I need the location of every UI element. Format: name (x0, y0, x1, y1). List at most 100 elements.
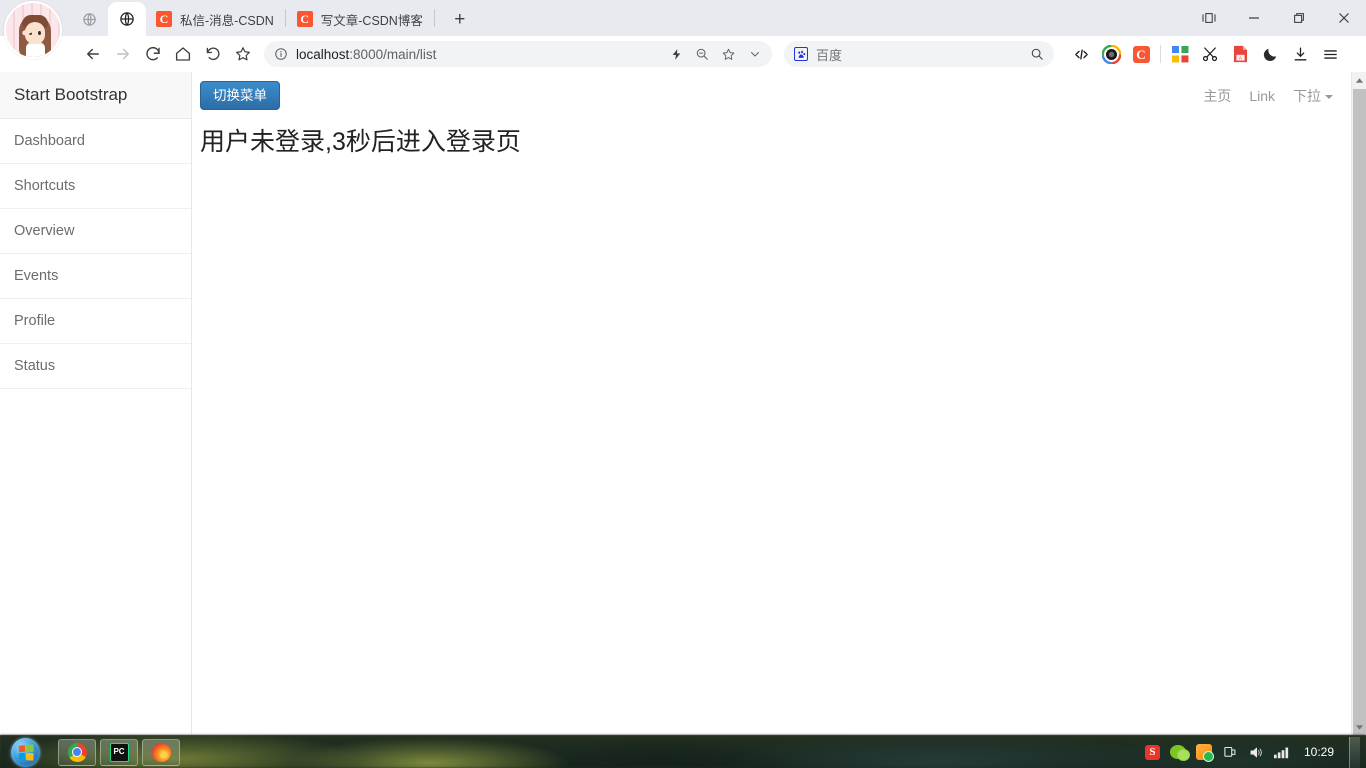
menu-icon[interactable] (1315, 39, 1345, 69)
tab-separator (284, 9, 286, 27)
extension-icons: C A (1066, 39, 1345, 69)
csdn-letter: C (296, 11, 313, 27)
csdn-icon: C (156, 11, 172, 27)
tab-title: 写文章-CSDN博客 (320, 13, 423, 28)
globe-icon (119, 11, 135, 27)
sidebar-item-profile[interactable]: Profile (0, 299, 191, 344)
scroll-up-arrow[interactable] (1352, 72, 1366, 88)
star-icon[interactable] (721, 47, 736, 62)
sogou-input-icon[interactable]: S (1144, 744, 1161, 761)
page-content: 切换菜单 主页 Link 下拉 用户未登录,3秒后进入登录页 (192, 72, 1351, 735)
address-bar[interactable]: localhost:8000/main/list (264, 41, 772, 67)
window-controls (1186, 0, 1366, 36)
search-input[interactable]: 百度 (784, 41, 1054, 67)
chevron-down-icon[interactable] (748, 47, 762, 61)
tab-strip: C 私信-消息-CSDN C 写文章-CSDN博客 + (0, 0, 1366, 59)
pinned-tab-1[interactable] (70, 2, 108, 36)
scissors-icon[interactable] (1195, 39, 1225, 69)
page-viewport: Start Bootstrap Dashboard Shortcuts Over… (0, 72, 1366, 735)
split-screen-icon[interactable] (1186, 0, 1231, 36)
forward-button[interactable] (108, 39, 138, 69)
sidebar-item-shortcuts[interactable]: Shortcuts (0, 164, 191, 209)
pinned-tab-2[interactable] (108, 2, 146, 36)
tab-title: 私信-消息-CSDN (180, 13, 274, 28)
url-text: localhost:8000/main/list (296, 47, 670, 62)
zoom-out-icon[interactable] (695, 47, 709, 61)
sidebar-item-overview[interactable]: Overview (0, 209, 191, 254)
apps-grid-icon[interactable] (1165, 39, 1195, 69)
scroll-down-arrow[interactable] (1352, 719, 1366, 735)
toggle-menu-button[interactable]: 切换菜单 (200, 80, 280, 111)
sidebar-item-events[interactable]: Events (0, 254, 191, 299)
csdn-icon: C (296, 11, 313, 27)
minimize-button[interactable] (1231, 0, 1276, 36)
taskbar-clock[interactable]: 10:29 (1300, 745, 1340, 759)
lightning-icon[interactable] (670, 47, 683, 62)
tab-csdn-write[interactable]: C 写文章-CSDN博客 (287, 2, 433, 36)
info-circle-icon[interactable] (274, 47, 288, 61)
new-tab-button[interactable]: + (446, 5, 474, 33)
page-scrollbar[interactable] (1351, 72, 1366, 768)
profile-avatar[interactable] (4, 1, 64, 63)
taskbar-item-firefox[interactable] (142, 738, 180, 766)
orange-app-icon[interactable] (1196, 744, 1215, 762)
tab-separator (433, 9, 435, 27)
home-button[interactable] (168, 39, 198, 69)
pycharm-icon: PC (109, 742, 129, 762)
download-icon[interactable] (1285, 39, 1315, 69)
browser-toolbar: localhost:8000/main/list 百度 C A (0, 36, 1366, 72)
sidebar-item-dashboard[interactable]: Dashboard (0, 119, 191, 164)
show-desktop-button[interactable] (1349, 736, 1360, 768)
network-signal-icon[interactable] (1274, 744, 1291, 761)
camera-ring-icon[interactable] (1096, 39, 1126, 69)
power-plug-icon[interactable] (1222, 744, 1239, 761)
back-button[interactable] (78, 39, 108, 69)
status-message: 用户未登录,3秒后进入登录页 (200, 128, 521, 156)
web-page: Start Bootstrap Dashboard Shortcuts Over… (0, 72, 1351, 735)
taskbar-tasks: PC (58, 738, 180, 766)
sidebar-item-status[interactable]: Status (0, 344, 191, 389)
url-host: localhost (296, 46, 350, 62)
browser-window: C 私信-消息-CSDN C 写文章-CSDN博客 + localhost:80… (0, 0, 1366, 768)
maximize-button[interactable] (1276, 0, 1321, 36)
reload-button[interactable] (138, 39, 168, 69)
avatar-eye-right (38, 31, 41, 35)
avatar (4, 1, 62, 59)
dark-mode-icon[interactable] (1255, 39, 1285, 69)
scrollbar-thumb[interactable] (1353, 89, 1366, 768)
firefox-icon (151, 742, 171, 762)
tab-csdn-message[interactable]: C 私信-消息-CSDN (146, 2, 284, 36)
taskbar: PC S 10:29 (0, 735, 1366, 768)
search-placeholder: 百度 (816, 47, 843, 63)
pdf-icon[interactable]: A (1225, 39, 1255, 69)
pycharm-label: PC (113, 746, 125, 756)
code-icon[interactable] (1066, 39, 1096, 69)
close-button[interactable] (1321, 0, 1366, 36)
toolbar-divider (1160, 45, 1161, 63)
nav-link-home[interactable]: 主页 (1203, 86, 1231, 106)
volume-icon[interactable] (1248, 744, 1265, 761)
page-sidebar: Start Bootstrap Dashboard Shortcuts Over… (0, 72, 192, 735)
wechat-icon[interactable] (1170, 744, 1191, 761)
sidebar-brand[interactable]: Start Bootstrap (0, 72, 191, 119)
nav-link-link[interactable]: Link (1249, 88, 1275, 104)
windows-flag (18, 743, 34, 761)
nav-dropdown-label: 下拉 (1293, 87, 1321, 104)
bookmark-star-button[interactable] (228, 39, 258, 69)
taskbar-item-pycharm[interactable]: PC (100, 738, 138, 766)
topnav-links: 主页 Link 下拉 (1203, 72, 1333, 119)
globe-gray-icon (81, 11, 97, 27)
search-icon[interactable] (1030, 47, 1044, 61)
csdn-letter: C (156, 11, 172, 27)
csdn-extension-icon[interactable]: C (1126, 39, 1156, 69)
screen: C 私信-消息-CSDN C 写文章-CSDN博客 + localhost:80… (0, 0, 1366, 768)
sogou-letter: S (1144, 744, 1160, 760)
history-button[interactable] (198, 39, 228, 69)
nav-link-dropdown[interactable]: 下拉 (1293, 86, 1333, 106)
start-button[interactable] (2, 737, 48, 768)
omnibox-icons (670, 47, 762, 62)
chrome-icon (67, 742, 87, 762)
avatar-body (26, 42, 45, 57)
taskbar-item-chrome[interactable] (58, 738, 96, 766)
baidu-icon (794, 47, 808, 61)
